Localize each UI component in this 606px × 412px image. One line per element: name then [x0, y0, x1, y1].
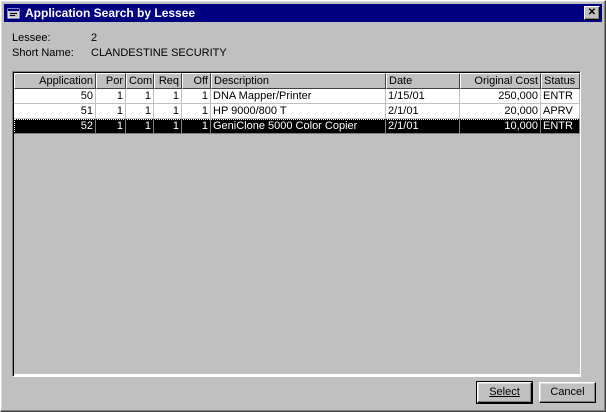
column-header-com[interactable]: Com: [126, 73, 154, 89]
cell-req: 1: [154, 119, 182, 134]
cell-date: 2/1/01: [386, 119, 460, 134]
select-button-label: Select: [489, 386, 520, 398]
cell-application: 52: [14, 119, 96, 134]
cell-application: 51: [14, 104, 96, 119]
table-row-selected[interactable]: 52 1 1 1 1 GeniClone 5000 Color Copier 2…: [14, 119, 580, 134]
cell-description: GeniClone 5000 Color Copier: [211, 119, 386, 134]
column-header-original-cost[interactable]: Original Cost: [460, 73, 541, 89]
window-app-icon: [7, 6, 21, 20]
cell-por: 1: [96, 119, 126, 134]
column-header-description[interactable]: Description: [211, 73, 386, 89]
grid-empty-area: [14, 134, 580, 374]
cell-description: DNA Mapper/Printer: [211, 89, 386, 104]
cancel-button[interactable]: Cancel: [539, 382, 596, 403]
close-button[interactable]: ✕: [584, 6, 600, 20]
cell-req: 1: [154, 104, 182, 119]
cell-off: 1: [182, 104, 211, 119]
cell-req: 1: [154, 89, 182, 104]
lessee-value: 2: [91, 32, 98, 44]
title-bar[interactable]: Application Search by Lessee ✕: [4, 4, 602, 22]
column-header-date[interactable]: Date: [386, 73, 460, 89]
cancel-button-label: Cancel: [550, 386, 585, 398]
short-name-value: CLANDESTINE SECURITY: [91, 47, 227, 59]
column-header-off[interactable]: Off: [182, 73, 211, 89]
applications-grid[interactable]: Application Por Com Req Off Description …: [12, 71, 581, 377]
cell-com: 1: [126, 89, 154, 104]
cell-description: HP 9000/800 T: [211, 104, 386, 119]
column-header-req[interactable]: Req: [154, 73, 182, 89]
table-row[interactable]: 51 1 1 1 1 HP 9000/800 T 2/1/01 20,000 A…: [14, 104, 580, 119]
cell-por: 1: [96, 104, 126, 119]
grid-header: Application Por Com Req Off Description …: [14, 73, 580, 89]
cell-original-cost: 250,000: [460, 89, 541, 104]
column-header-status[interactable]: Status: [541, 73, 580, 89]
short-name-label: Short Name:: [12, 47, 74, 59]
close-icon: ✕: [587, 7, 597, 18]
cell-status: APRV: [541, 104, 580, 119]
cell-original-cost: 10,000: [460, 119, 541, 134]
column-header-application[interactable]: Application: [14, 73, 96, 89]
table-row[interactable]: 50 1 1 1 1 DNA Mapper/Printer 1/15/01 25…: [14, 89, 580, 104]
cell-status: ENTR: [541, 119, 580, 134]
application-search-window: Application Search by Lessee ✕ Lessee: 2…: [0, 0, 606, 412]
column-header-por[interactable]: Por: [96, 73, 126, 89]
cell-application: 50: [14, 89, 96, 104]
cell-off: 1: [182, 119, 211, 134]
cell-status: ENTR: [541, 89, 580, 104]
cell-original-cost: 20,000: [460, 104, 541, 119]
cell-date: 2/1/01: [386, 104, 460, 119]
cell-com: 1: [126, 104, 154, 119]
cell-date: 1/15/01: [386, 89, 460, 104]
select-button[interactable]: Select: [476, 381, 533, 404]
cell-por: 1: [96, 89, 126, 104]
lessee-label: Lessee:: [12, 32, 51, 44]
cell-com: 1: [126, 119, 154, 134]
window-title: Application Search by Lessee: [25, 6, 196, 20]
cell-off: 1: [182, 89, 211, 104]
